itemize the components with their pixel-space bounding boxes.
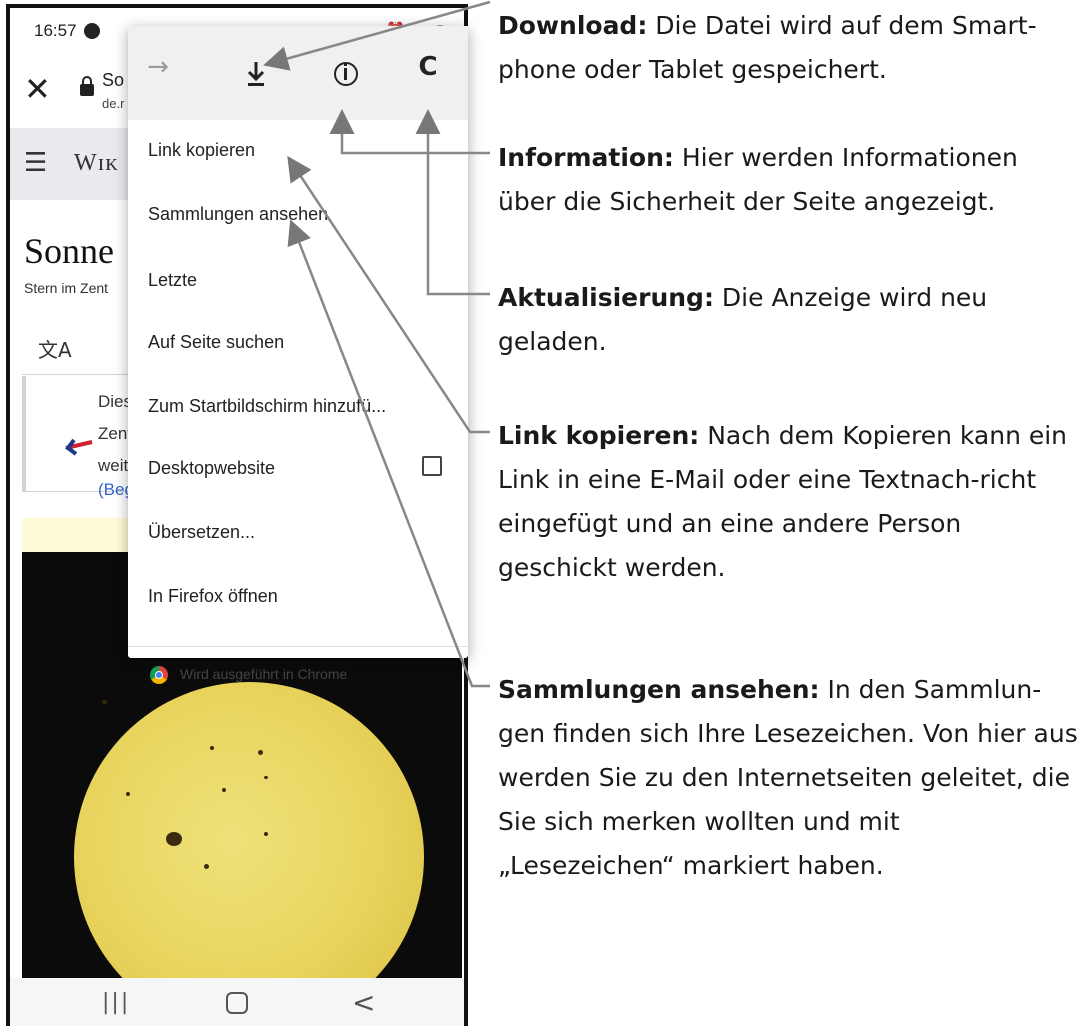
recents-button[interactable]: ||| — [102, 990, 130, 1015]
annotation-information: Information: Hier werden Informationen ü… — [498, 136, 1082, 224]
menu-item-sammlungen[interactable]: Sammlungen ansehen — [148, 204, 328, 225]
menu-toolbar: → C — [128, 26, 468, 120]
sunspot — [264, 776, 268, 779]
menu-item-link-kopieren[interactable]: Link kopieren — [148, 140, 255, 161]
annotation-label: Download: — [498, 11, 648, 40]
notice-icon — [65, 438, 93, 456]
sunspot — [222, 788, 226, 792]
page-title: Sonne — [24, 231, 114, 271]
sunspot — [102, 700, 107, 704]
url-host[interactable]: de.r — [102, 96, 124, 111]
menu-item-firefox[interactable]: In Firefox öffnen — [148, 586, 278, 607]
menu-item-uebersetzen[interactable]: Übersetzen... — [148, 522, 255, 543]
annotation-link-kopieren: Link kopieren: Nach dem Kopieren kann ei… — [498, 414, 1082, 590]
annotation-text: In den Sammlun-gen finden sich Ihre Lese… — [498, 675, 1078, 880]
notice-line: Zent — [98, 424, 133, 443]
menu-footer: Wird ausgeführt in Chrome — [128, 646, 468, 696]
sunspot — [264, 832, 268, 836]
close-icon[interactable]: ✕ — [24, 70, 51, 108]
menu-item-desktopwebsite[interactable]: Desktopwebsite — [148, 458, 275, 479]
browser-overflow-menu: → C Link kopieren Sammlungen ansehen Let… — [128, 26, 468, 684]
annotation-label: Sammlungen ansehen: — [498, 675, 820, 704]
lock-icon[interactable] — [80, 76, 94, 96]
download-glyph — [247, 62, 265, 86]
annotation-download: Download: Die Datei wird auf dem Smart-p… — [498, 4, 1082, 92]
android-nav-bar: ||| < — [10, 978, 464, 1026]
reload-icon[interactable]: C — [406, 52, 450, 96]
menu-hamburger-icon[interactable]: ☰ — [24, 148, 47, 178]
sunspot — [210, 746, 214, 750]
wikipedia-logo[interactable]: Wɪᴋ — [74, 150, 119, 177]
sun-disc — [74, 682, 424, 978]
url-title[interactable]: So — [102, 70, 124, 91]
menu-item-letzte[interactable]: Letzte — [148, 270, 197, 291]
annotation-label: Information: — [498, 143, 674, 172]
status-time: 16:57 — [34, 21, 77, 40]
sunspot — [258, 750, 263, 755]
sunspot — [166, 832, 182, 846]
page-subtitle: Stern im Zent — [24, 280, 109, 296]
forward-icon[interactable]: → — [136, 52, 180, 96]
menu-item-auf-seite-suchen[interactable]: Auf Seite suchen — [148, 332, 284, 353]
chrome-icon — [150, 666, 168, 684]
annotation-label: Aktualisierung: — [498, 283, 714, 312]
download-icon[interactable] — [234, 52, 278, 96]
home-button[interactable] — [226, 992, 248, 1014]
back-button[interactable]: < — [352, 986, 375, 1019]
annotation-aktualisierung: Aktualisierung: Die Anzeige wird neu gel… — [498, 276, 1082, 364]
annotation-label: Link kopieren: — [498, 421, 700, 450]
info-icon[interactable] — [324, 52, 368, 96]
footer-text: Wird ausgeführt in Chrome — [180, 666, 348, 682]
desktop-site-checkbox[interactable] — [422, 456, 442, 476]
sunspot — [204, 864, 209, 869]
annotation-sammlungen: Sammlungen ansehen: In den Sammlun-gen f… — [498, 668, 1082, 888]
menu-item-startbildschirm[interactable]: Zum Startbildschirm hinzufü... — [148, 396, 386, 417]
info-glyph — [344, 63, 347, 80]
sunspot — [126, 792, 130, 796]
translate-icon[interactable]: 文A — [38, 334, 72, 363]
notification-icon — [84, 23, 100, 39]
